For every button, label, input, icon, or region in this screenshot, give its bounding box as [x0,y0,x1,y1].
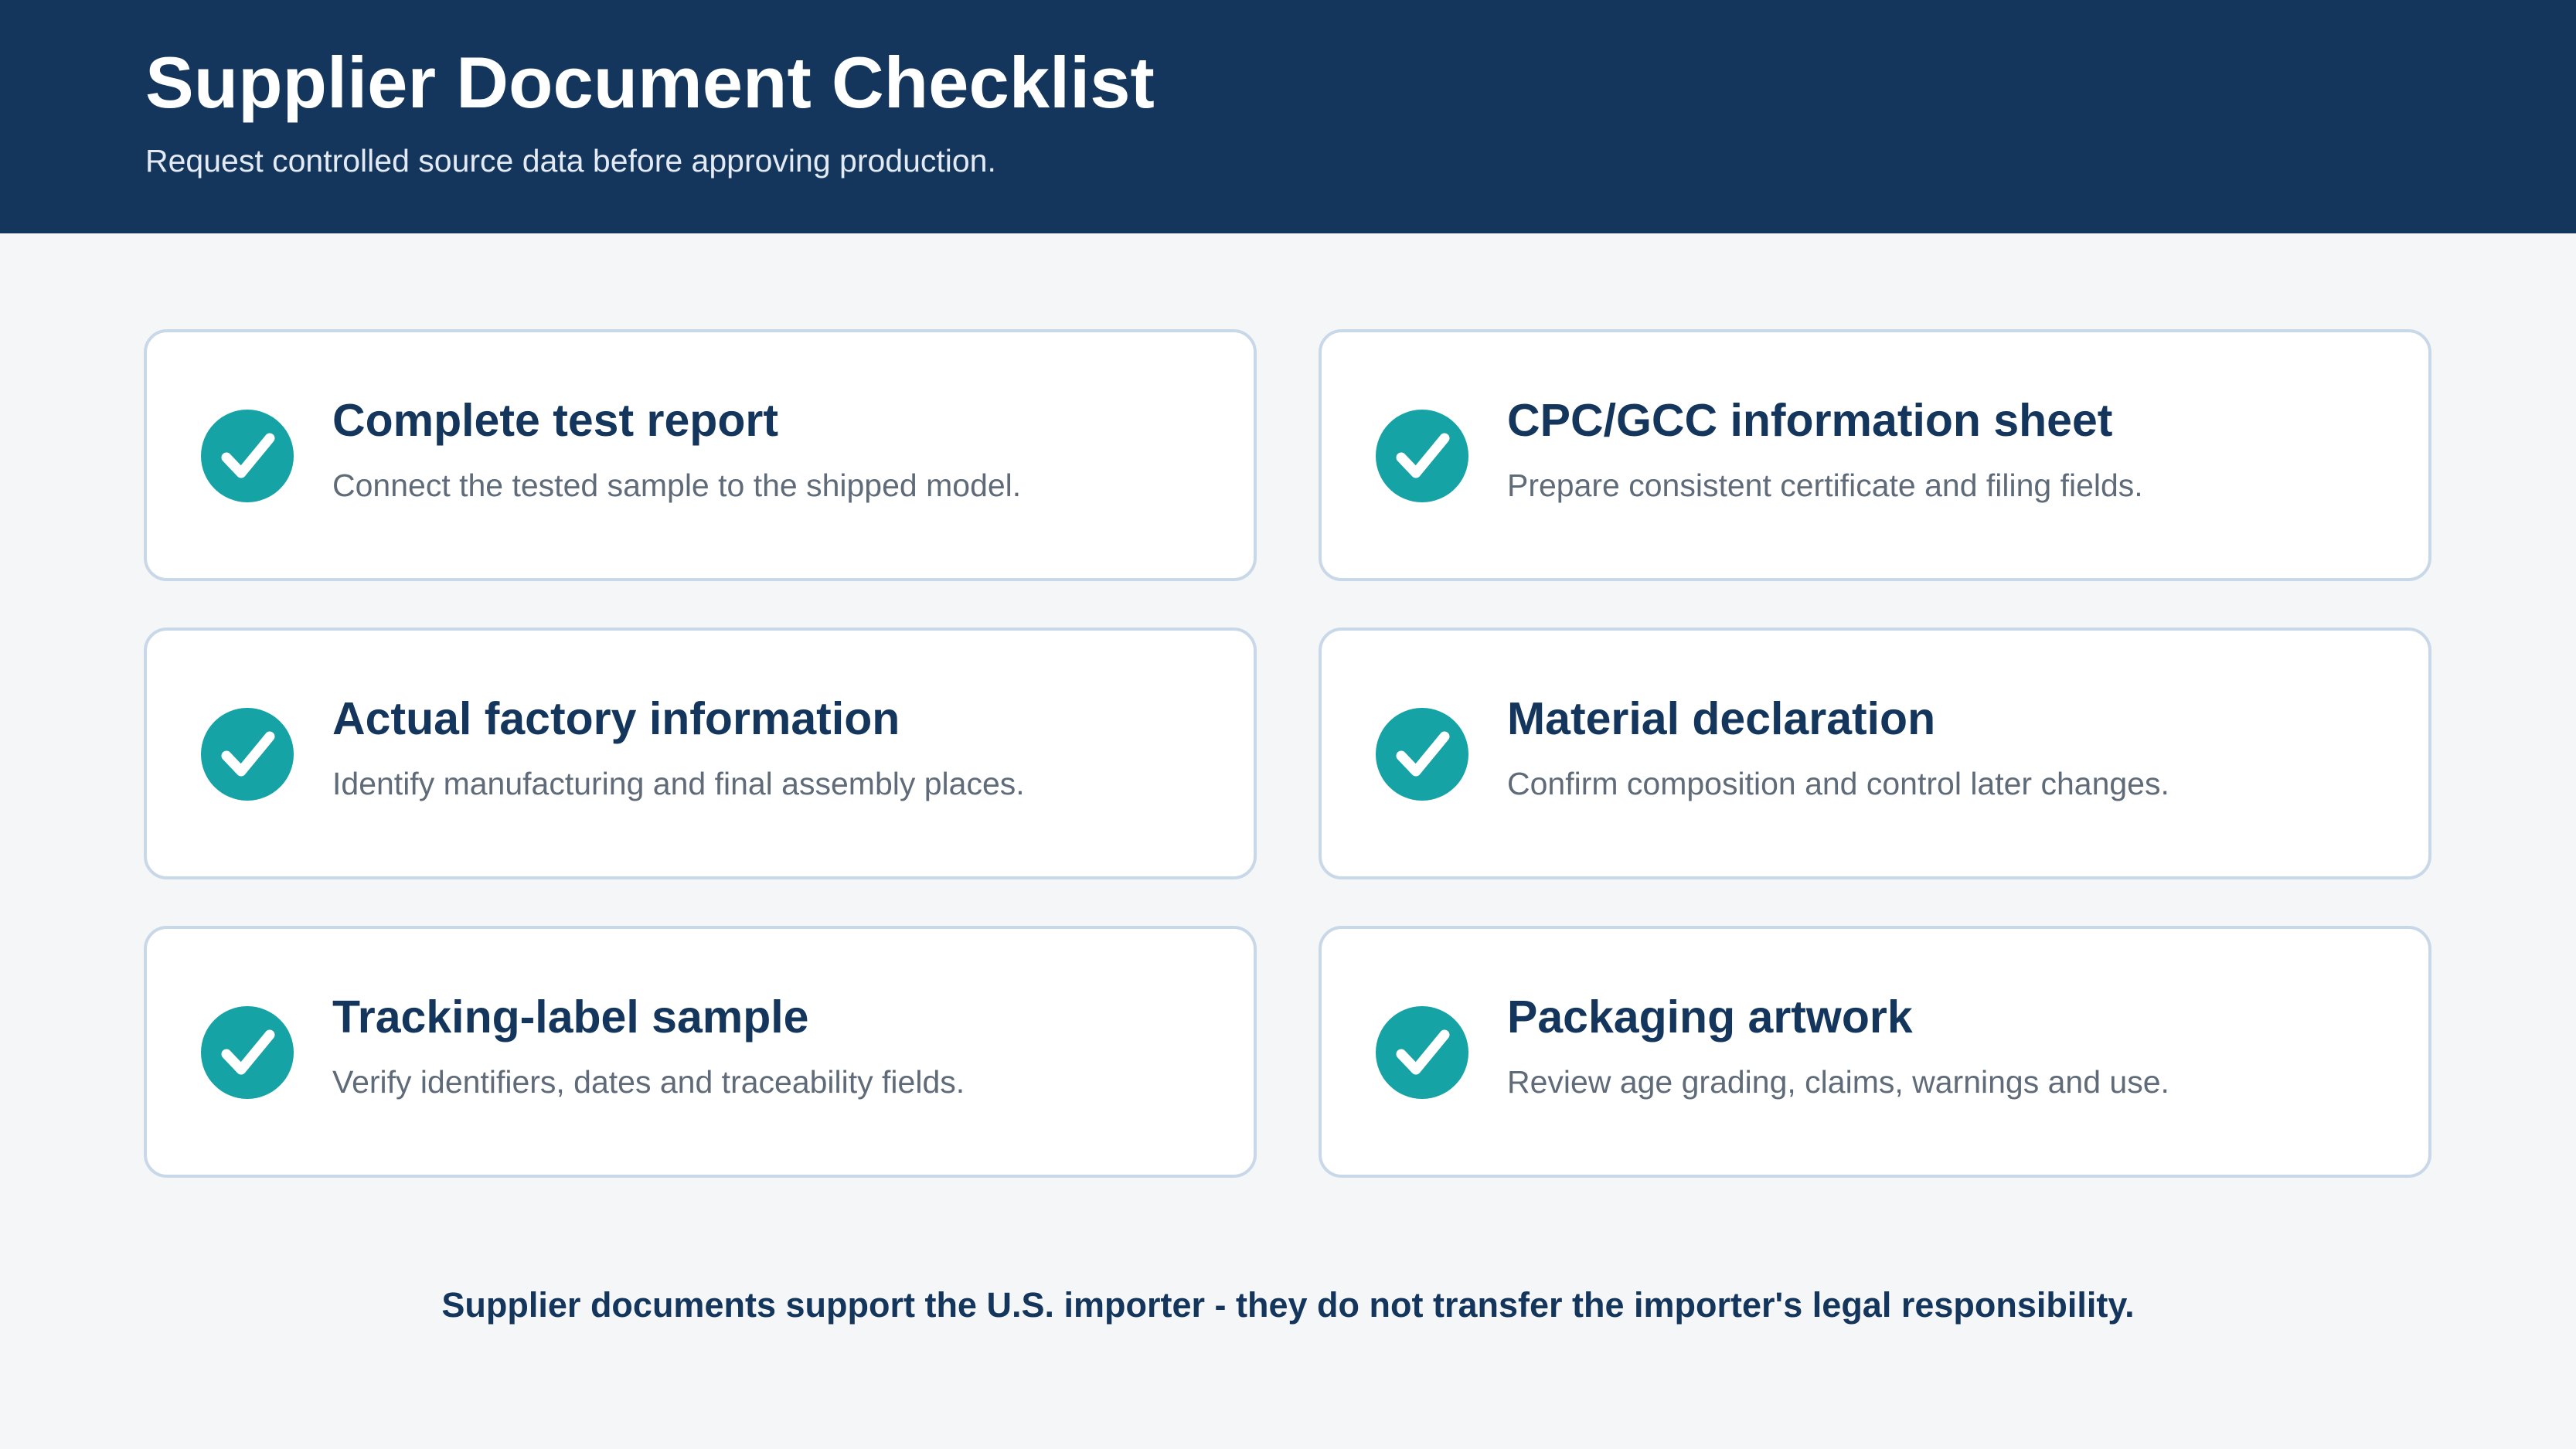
footer-note: Supplier documents support the U.S. impo… [441,1285,2135,1325]
checklist-card-title: Packaging artwork [1507,992,1913,1043]
checklist-card-description: Review age grading, claims, warnings and… [1507,1064,2169,1100]
checklist-card-title: Material declaration [1507,693,1936,744]
checklist-card-description: Connect the tested sample to the shipped… [332,468,1022,503]
check-circle-icon [1376,1006,1468,1099]
checklist-grid: Complete test report Connect the tested … [144,329,2431,1178]
checklist-card-tracking-label-sample: Tracking-label sample Verify identifiers… [144,926,1257,1178]
checklist-card-title: Complete test report [332,395,778,446]
checklist-card-title: Actual factory information [332,693,900,744]
check-circle-icon [201,410,294,502]
check-circle-icon [1376,410,1468,502]
checklist-card-description: Verify identifiers, dates and traceabili… [332,1064,965,1100]
checklist-card-description: Prepare consistent certificate and filin… [1507,468,2143,503]
checklist-card-actual-factory-information: Actual factory information Identify manu… [144,628,1257,879]
checklist-card-title: Tracking-label sample [332,992,809,1043]
checklist-card-title: CPC/GCC information sheet [1507,395,2113,446]
checklist-card-material-declaration: Material declaration Confirm composition… [1319,628,2431,879]
checklist-card-description: Identify manufacturing and final assembl… [332,766,1025,801]
checklist-card-packaging-artwork: Packaging artwork Review age grading, cl… [1319,926,2431,1178]
checklist-card-cpc-gcc-information-sheet: CPC/GCC information sheet Prepare consis… [1319,329,2431,581]
checklist-card-complete-test-report: Complete test report Connect the tested … [144,329,1257,581]
page-header: Supplier Document Checklist Request cont… [0,0,2576,233]
checklist-card-description: Confirm composition and control later ch… [1507,766,2169,801]
check-circle-icon [1376,708,1468,801]
check-circle-icon [201,708,294,801]
check-circle-icon [201,1006,294,1099]
page-subtitle: Request controlled source data before ap… [145,143,996,179]
page-title: Supplier Document Checklist [145,42,1155,123]
